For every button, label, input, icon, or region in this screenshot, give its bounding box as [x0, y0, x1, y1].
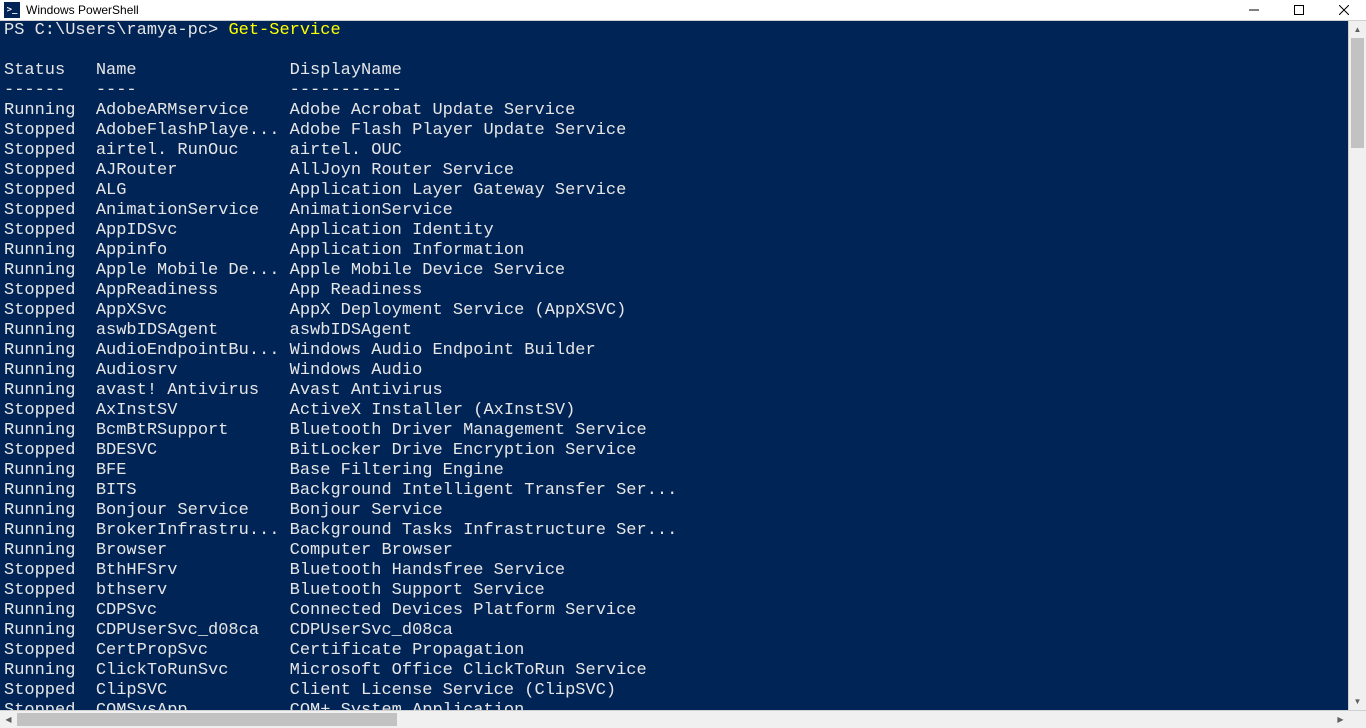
horizontal-scrollbar[interactable]: ◀ ▶: [0, 710, 1366, 728]
window-controls: [1231, 0, 1366, 20]
powershell-window: >_ Windows PowerShell PS C:\Users\ramya-…: [0, 0, 1366, 728]
powershell-icon: >_: [4, 2, 20, 18]
scroll-left-arrow-icon[interactable]: ◀: [0, 711, 17, 728]
scroll-right-arrow-icon[interactable]: ▶: [1332, 711, 1349, 728]
scroll-up-arrow-icon[interactable]: ▲: [1349, 21, 1366, 38]
titlebar[interactable]: >_ Windows PowerShell: [0, 0, 1366, 21]
vertical-scroll-thumb[interactable]: [1351, 38, 1364, 148]
scroll-down-arrow-icon[interactable]: ▼: [1349, 693, 1366, 710]
terminal-area: PS C:\Users\ramya-pc> Get-Service Status…: [0, 21, 1366, 711]
vertical-scrollbar[interactable]: ▲ ▼: [1348, 21, 1366, 711]
minimize-button[interactable]: [1231, 0, 1276, 20]
horizontal-scroll-thumb[interactable]: [17, 713, 397, 726]
scrollbar-corner: [1349, 711, 1366, 728]
window-title: Windows PowerShell: [26, 3, 139, 17]
horizontal-scroll-track[interactable]: [17, 711, 1332, 728]
maximize-button[interactable]: [1276, 0, 1321, 20]
close-button[interactable]: [1321, 0, 1366, 20]
terminal-output[interactable]: PS C:\Users\ramya-pc> Get-Service Status…: [0, 21, 1348, 711]
